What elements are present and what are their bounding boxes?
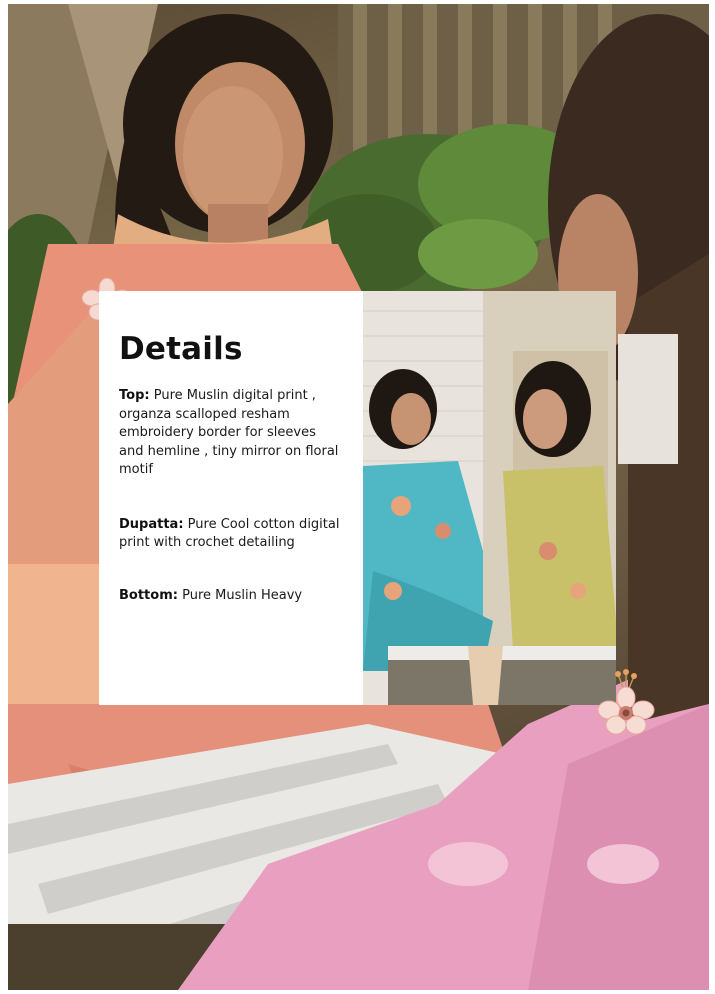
- top-text: Pure Muslin digital print , organza scal…: [119, 388, 339, 477]
- lookbook-page: Details Top: Pure Muslin digital print ,…: [0, 0, 715, 994]
- bottom-label: Bottom:: [119, 587, 178, 603]
- dupatta-spec: Dupatta: Pure Cool cotton digital print …: [119, 516, 341, 553]
- bottom-spec: Bottom: Pure Muslin Heavy: [119, 587, 341, 606]
- top-label: Top:: [119, 388, 150, 403]
- bottom-text: Pure Muslin Heavy: [182, 587, 303, 603]
- top-spec: Top: Pure Muslin digital print , organza…: [119, 387, 341, 480]
- inset-photo: [363, 291, 616, 705]
- details-title: Details: [119, 331, 243, 367]
- inset-photo-illustration: [363, 291, 616, 705]
- flower-ornament-icon: [597, 669, 655, 735]
- dupatta-label: Dupatta:: [119, 516, 184, 532]
- details-card: Details Top: Pure Muslin digital print ,…: [99, 291, 363, 705]
